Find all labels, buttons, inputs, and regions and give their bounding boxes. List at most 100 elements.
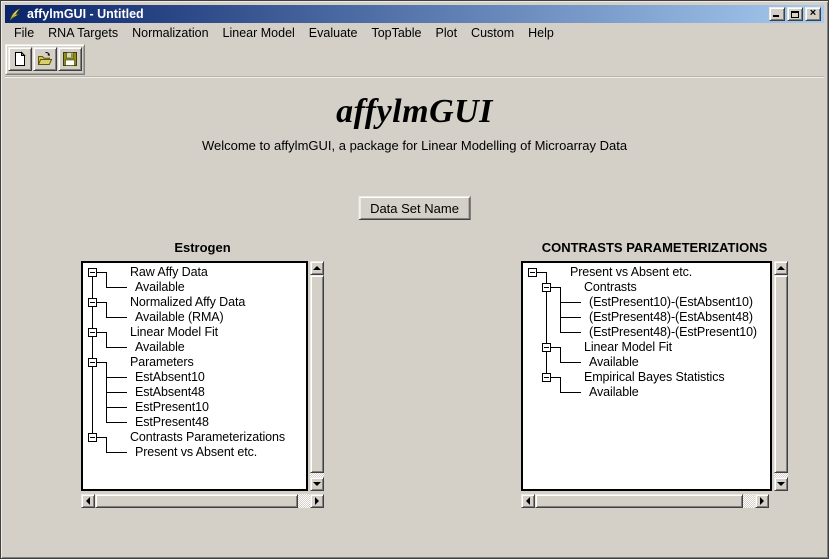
open-file-button[interactable] <box>33 47 57 71</box>
tree-line <box>560 392 581 393</box>
tree-node-label[interactable]: Empirical Bayes Statistics <box>584 370 725 385</box>
tree-expand-box[interactable] <box>542 283 551 292</box>
menu-item-linear-model[interactable]: Linear Model <box>216 24 302 42</box>
maximize-icon <box>791 11 799 18</box>
toolbar-separator <box>5 76 824 78</box>
scroll-left-button[interactable] <box>521 494 535 508</box>
scrollbar-thumb[interactable] <box>774 275 788 473</box>
tree-expand-box[interactable] <box>542 343 551 352</box>
tree-node-label[interactable]: Available <box>589 385 639 400</box>
scrollbar-track[interactable] <box>95 494 310 508</box>
scroll-up-button[interactable] <box>774 261 788 275</box>
tree-line <box>96 437 106 438</box>
tree-node-label[interactable]: Available <box>589 355 639 370</box>
maximize-button[interactable] <box>787 7 803 21</box>
tree-node-label[interactable]: Present vs Absent etc. <box>135 445 257 460</box>
scrollbar-track[interactable] <box>535 494 755 508</box>
scroll-up-button[interactable] <box>310 261 324 275</box>
minus-icon <box>544 287 549 288</box>
minus-icon <box>90 362 95 363</box>
tree-node-label[interactable]: Contrasts <box>584 280 637 295</box>
save-floppy-icon <box>62 51 78 67</box>
menu-item-rna-targets[interactable]: RNA Targets <box>41 24 125 42</box>
scrollbar-thumb[interactable] <box>535 494 743 508</box>
dataset-name-button[interactable]: Data Set Name <box>358 196 471 220</box>
left-horizontal-scrollbar[interactable] <box>81 494 324 508</box>
menu-item-help[interactable]: Help <box>521 24 561 42</box>
title-bar[interactable]: affylmGUI - Untitled × <box>5 5 824 23</box>
tree-node-label[interactable]: Present vs Absent etc. <box>570 265 692 280</box>
tree-node-label[interactable]: Available <box>135 280 185 295</box>
tree-node-label[interactable]: EstPresent48 <box>135 415 209 430</box>
tree-node-label[interactable]: Parameters <box>130 355 194 370</box>
arrow-right-icon <box>760 497 764 505</box>
tree-line <box>546 325 547 340</box>
tree-expand-box[interactable] <box>88 298 97 307</box>
tree-node-label[interactable]: EstAbsent10 <box>135 370 205 385</box>
tree-expand-box[interactable] <box>88 433 97 442</box>
left-tree-view[interactable]: Raw Affy DataAvailableNormalized Affy Da… <box>81 261 308 491</box>
tree-node-label[interactable]: EstAbsent48 <box>135 385 205 400</box>
tree-row: Linear Model Fit <box>83 325 306 340</box>
left-tree-panel: Estrogen Raw Affy DataAvailableNormalize… <box>81 239 324 509</box>
menu-item-toptable[interactable]: TopTable <box>364 24 428 42</box>
tree-node-label[interactable]: Raw Affy Data <box>130 265 208 280</box>
tree-node-label[interactable]: (EstPresent10)-(EstAbsent10) <box>589 295 753 310</box>
right-horizontal-scrollbar[interactable] <box>521 494 769 508</box>
tree-node-label[interactable]: Contrasts Parameterizations <box>130 430 285 445</box>
tree-node-label[interactable]: (EstPresent48)-(EstAbsent48) <box>589 310 753 325</box>
tree-row: Parameters <box>83 355 306 370</box>
tree-expand-box[interactable] <box>88 358 97 367</box>
tree-line <box>550 377 560 378</box>
scroll-left-button[interactable] <box>81 494 95 508</box>
window-controls: × <box>769 7 821 21</box>
tree-row: Normalized Affy Data <box>83 295 306 310</box>
tree-line <box>106 377 127 378</box>
left-vertical-scrollbar[interactable] <box>310 261 324 491</box>
tree-expand-box[interactable] <box>88 328 97 337</box>
tree-row: Empirical Bayes Statistics <box>523 370 770 385</box>
tree-line <box>106 422 127 423</box>
tree-node-label[interactable]: Linear Model Fit <box>584 340 672 355</box>
tree-node-label[interactable]: Available (RMA) <box>135 310 224 325</box>
tree-node-label[interactable]: (EstPresent48)-(EstPresent10) <box>589 325 757 340</box>
tree-node-label[interactable]: Linear Model Fit <box>130 325 218 340</box>
scroll-right-button[interactable] <box>755 494 769 508</box>
tree-node-label[interactable]: Available <box>135 340 185 355</box>
menu-item-plot[interactable]: Plot <box>429 24 465 42</box>
scroll-down-button[interactable] <box>310 477 324 491</box>
scroll-right-button[interactable] <box>310 494 324 508</box>
scrollbar-track[interactable] <box>310 275 324 477</box>
right-vertical-scrollbar[interactable] <box>774 261 788 491</box>
menu-item-evaluate[interactable]: Evaluate <box>302 24 365 42</box>
tree-expand-box[interactable] <box>88 268 97 277</box>
tree-row: EstAbsent10 <box>83 370 306 385</box>
menu-item-file[interactable]: File <box>7 24 41 42</box>
tree-expand-box[interactable] <box>542 373 551 382</box>
tree-expand-box[interactable] <box>528 268 537 277</box>
tree-line <box>92 310 93 325</box>
scrollbar-track[interactable] <box>774 275 788 477</box>
tree-line <box>560 332 581 333</box>
close-button[interactable]: × <box>805 7 821 21</box>
minus-icon <box>530 272 535 273</box>
application-window: affylmGUI - Untitled × File RNA Targets … <box>0 0 829 559</box>
tree-row: Contrasts Parameterizations <box>83 430 306 445</box>
minimize-button[interactable] <box>769 7 785 21</box>
scrollbar-thumb[interactable] <box>95 494 298 508</box>
menu-item-normalization[interactable]: Normalization <box>125 24 215 42</box>
left-tree-frame: Raw Affy DataAvailableNormalized Affy Da… <box>81 261 324 509</box>
tree-line <box>106 317 127 318</box>
tree-line <box>106 437 107 445</box>
scrollbar-thumb[interactable] <box>310 275 324 473</box>
tree-node-label[interactable]: Normalized Affy Data <box>130 295 245 310</box>
tree-row: EstPresent48 <box>83 415 306 430</box>
tree-row: Available <box>523 355 770 370</box>
menu-item-custom[interactable]: Custom <box>464 24 521 42</box>
right-tree-view[interactable]: Present vs Absent etc.Contrasts(EstPrese… <box>521 261 772 491</box>
scroll-down-button[interactable] <box>774 477 788 491</box>
new-file-button[interactable] <box>8 47 32 71</box>
save-file-button[interactable] <box>58 47 82 71</box>
tree-line <box>92 415 93 430</box>
tree-node-label[interactable]: EstPresent10 <box>135 400 209 415</box>
